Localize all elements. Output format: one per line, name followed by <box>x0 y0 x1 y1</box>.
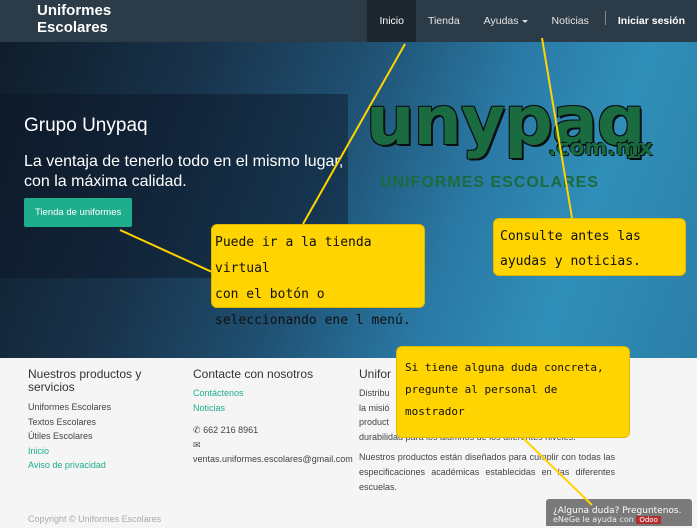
callout-ayudas: Consulte antes las ayudas y noticias. <box>493 218 686 276</box>
caret-down-icon <box>521 19 528 23</box>
nav-noticias[interactable]: Noticias <box>540 0 601 42</box>
top-navbar: Uniformes Escolares Inicio Tienda Ayudas… <box>0 0 697 42</box>
phone-number: 662 216 8961 <box>203 425 259 435</box>
footer-products-list: Uniformes Escolares Textos Escolares Úti… <box>28 400 111 473</box>
nav-login[interactable]: Iniciar sesión <box>606 0 697 42</box>
callout-line: Puede ir a la tienda virtual <box>215 235 372 276</box>
footer-link-inicio[interactable]: Inicio <box>28 444 111 459</box>
hero-subtitle: La ventaja de tenerlo todo en el mismo l… <box>24 153 344 190</box>
brand-line2: Escolares <box>37 19 108 36</box>
nav-ayudas-label: Ayudas <box>483 15 519 27</box>
brand-logo[interactable]: Uniformes Escolares <box>37 2 111 36</box>
callout-line: mostrador <box>405 405 465 418</box>
chat-prefix: eNeGe <box>553 515 580 524</box>
footer-products-title: Nuestros productos y servicios <box>28 367 142 394</box>
nav-inicio[interactable]: Inicio <box>367 0 416 42</box>
envelope-icon: ✉ <box>193 439 201 450</box>
store-button[interactable]: Tienda de uniformes <box>24 198 133 227</box>
list-item: Útiles Escolares <box>28 431 93 441</box>
odoo-badge: Odoo <box>636 516 661 524</box>
nav-ayudas[interactable]: Ayudas <box>472 0 540 42</box>
footer-contact-list: Contáctenos Noticias ✆ 662 216 8961 ✉ ve… <box>193 386 353 467</box>
list-item: Textos Escolares <box>28 416 97 427</box>
chat-text: le ayuda con <box>582 515 634 524</box>
callout-line: ayudas y noticias. <box>500 254 641 269</box>
callout-line: con el botón o <box>215 287 325 302</box>
copyright: Copyright © Uniformes Escolares <box>28 514 162 524</box>
callout-tienda: Puede ir a la tienda virtual con el botó… <box>211 224 425 328</box>
main-nav: Inicio Tienda Ayudas Noticias Iniciar se… <box>367 0 697 42</box>
logo-tagline: UNIFORMES ESCOLARES <box>380 174 600 191</box>
unypaq-logo: unypaq .com.mx UNIFORMES ESCOLARES <box>366 86 686 192</box>
footer-contact-title: Contacte con nosotros <box>193 367 314 381</box>
callout-line: seleccionando ene l menú. <box>215 313 411 328</box>
nav-tienda[interactable]: Tienda <box>416 0 472 42</box>
footer-link-contact[interactable]: Contáctenos <box>193 386 353 401</box>
callout-line: pregunte al personal de <box>405 383 558 396</box>
footer-link-privacy[interactable]: Aviso de privacidad <box>28 458 111 473</box>
live-chat-button[interactable]: ¿Alguna duda? Preguntenos. eNeGe le ayud… <box>546 499 692 526</box>
brand-line1: Uniformes <box>37 2 112 19</box>
callout-line: Si tiene alguna duda concreta, <box>405 361 604 374</box>
phone-icon: ✆ <box>193 425 201 435</box>
list-item: Uniformes Escolares <box>28 402 112 412</box>
email-address[interactable]: ventas.uniformes.escolares@gmail.com <box>193 452 353 467</box>
footer-about-para2: Nuestros productos están diseñados para … <box>359 452 615 492</box>
chat-subtitle: eNeGe le ayuda con Odoo <box>553 515 661 524</box>
logo-domain: .com.mx <box>548 136 653 161</box>
callout-duda: Si tiene alguna duda concreta, pregunte … <box>396 346 630 438</box>
footer-about-title: Unifor <box>359 367 392 381</box>
hero-title: Grupo Unypaq <box>24 115 148 136</box>
phone-row: ✆ 662 216 8961 <box>193 423 353 438</box>
footer-link-news[interactable]: Noticias <box>193 401 353 416</box>
callout-line: Consulte antes las <box>500 229 641 244</box>
